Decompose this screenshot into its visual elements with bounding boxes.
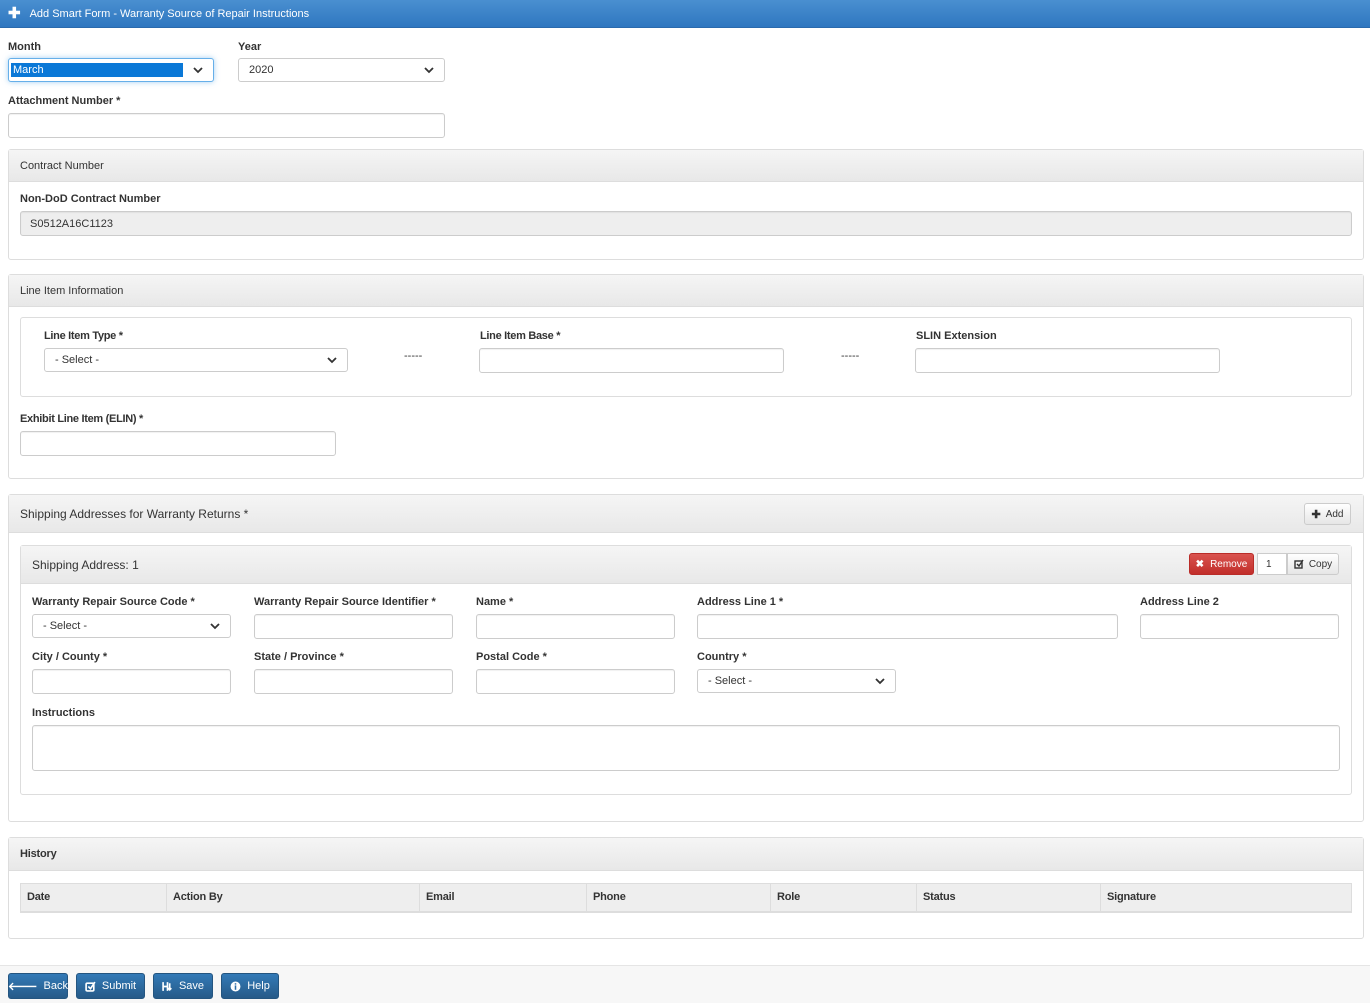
- instructions-label: Instructions: [32, 707, 95, 719]
- history-panel-header: History: [9, 838, 1363, 871]
- line-item-type-label: Line Item Type *: [44, 330, 123, 342]
- instructions-textarea[interactable]: [32, 725, 1340, 771]
- month-label: Month: [8, 41, 41, 53]
- source-identifier-input[interactable]: [254, 614, 453, 639]
- name-input[interactable]: [476, 614, 675, 639]
- copy-count-input[interactable]: 1: [1257, 553, 1287, 575]
- copy-address-button[interactable]: Copy: [1287, 553, 1339, 575]
- line-item-type-value: - Select -: [55, 354, 100, 366]
- contract-number-input[interactable]: [20, 211, 1352, 236]
- save-icon: [162, 981, 172, 991]
- edit-check-icon: [1294, 559, 1304, 569]
- source-code-label: Warranty Repair Source Code *: [32, 596, 195, 608]
- separator-dashes: -----: [404, 350, 423, 362]
- submit-button[interactable]: Submit: [76, 973, 145, 999]
- line-item-base-input[interactable]: [479, 348, 784, 373]
- arrow-left-icon: 🡐: [8, 981, 38, 993]
- country-value: - Select -: [708, 675, 753, 687]
- plus-icon: ✚: [1311, 508, 1321, 521]
- elin-input[interactable]: [20, 431, 336, 456]
- contract-panel-header: Contract Number: [9, 150, 1363, 182]
- address-line2-input[interactable]: [1140, 614, 1339, 639]
- remove-address-button[interactable]: ✖ Remove: [1189, 553, 1254, 575]
- help-button[interactable]: Help: [221, 973, 279, 999]
- check-square-icon: [85, 981, 96, 992]
- column-header-phone[interactable]: Phone: [586, 883, 771, 913]
- postal-code-label: Postal Code *: [476, 651, 547, 663]
- save-button[interactable]: Save: [153, 973, 213, 999]
- shipping-panel-header: Shipping Addresses for Warranty Returns …: [9, 495, 1363, 533]
- history-table: Date Action By Email Phone Role Status S…: [20, 883, 1352, 913]
- chevron-down-icon: [875, 678, 885, 685]
- year-label: Year: [238, 41, 262, 53]
- state-input[interactable]: [254, 669, 453, 694]
- dialog-title: Add Smart Form - Warranty Source of Repa…: [29, 7, 310, 20]
- contract-number-label: Non-DoD Contract Number: [20, 193, 161, 205]
- column-header-status[interactable]: Status: [916, 883, 1101, 913]
- country-label: Country *: [697, 651, 747, 663]
- shipping-address-title: Shipping Address: 1: [32, 557, 139, 572]
- month-selected-value: March: [11, 63, 183, 77]
- month-select[interactable]: March: [8, 58, 214, 82]
- elin-label: Exhibit Line Item (ELIN) *: [20, 413, 143, 425]
- contract-panel: Contract Number: [8, 149, 1364, 260]
- slin-extension-label: SLIN Extension: [916, 330, 997, 342]
- column-header-date[interactable]: Date: [20, 883, 167, 913]
- separator-dashes: -----: [841, 350, 860, 362]
- year-selected-value: 2020: [249, 64, 274, 76]
- line-item-type-select[interactable]: - Select -: [44, 348, 348, 372]
- country-select[interactable]: - Select -: [697, 669, 896, 693]
- attachment-number-input[interactable]: [8, 113, 445, 138]
- shipping-address-card-header: Shipping Address: 1: [21, 546, 1351, 584]
- column-header-signature[interactable]: Signature: [1100, 883, 1352, 913]
- plus-icon: ✚: [8, 5, 21, 22]
- times-icon: ✖: [1195, 558, 1205, 570]
- history-panel-title: History: [20, 848, 57, 860]
- year-select[interactable]: 2020: [238, 58, 445, 82]
- slin-extension-input[interactable]: [915, 348, 1220, 373]
- address-line1-label: Address Line 1 *: [697, 596, 784, 608]
- contract-panel-title: Contract Number: [20, 159, 104, 172]
- column-header-action-by[interactable]: Action By: [166, 883, 420, 913]
- name-label: Name *: [476, 596, 514, 608]
- back-button[interactable]: 🡐 Back: [8, 973, 68, 999]
- add-address-button[interactable]: ✚ Add: [1304, 503, 1351, 525]
- address-line1-input[interactable]: [697, 614, 1118, 639]
- state-label: State / Province *: [254, 651, 344, 663]
- address-line2-label: Address Line 2: [1140, 596, 1219, 608]
- line-item-base-label: Line Item Base *: [480, 330, 561, 342]
- chevron-down-icon: [424, 67, 434, 74]
- source-code-value: - Select -: [43, 620, 88, 632]
- chevron-down-icon: [210, 623, 220, 630]
- chevron-down-icon: [327, 357, 337, 364]
- info-circle-icon: [230, 981, 241, 991]
- city-input[interactable]: [32, 669, 231, 694]
- city-label: City / County *: [32, 651, 108, 663]
- chevron-down-icon: [193, 67, 203, 74]
- source-code-select[interactable]: - Select -: [32, 614, 231, 638]
- attachment-number-label: Attachment Number *: [8, 95, 121, 107]
- source-identifier-label: Warranty Repair Source Identifier *: [254, 596, 436, 608]
- dialog-title-bar: ✚ Add Smart Form - Warranty Source of Re…: [0, 0, 1370, 28]
- postal-code-input[interactable]: [476, 669, 675, 694]
- column-header-email[interactable]: Email: [419, 883, 587, 913]
- history-header-row: Date Action By Email Phone Role Status S…: [20, 883, 1352, 913]
- column-header-role[interactable]: Role: [770, 883, 917, 913]
- shipping-panel-title: Shipping Addresses for Warranty Returns …: [20, 506, 249, 521]
- line-item-panel-title: Line Item Information: [20, 284, 124, 297]
- line-item-panel-header: Line Item Information: [9, 275, 1363, 307]
